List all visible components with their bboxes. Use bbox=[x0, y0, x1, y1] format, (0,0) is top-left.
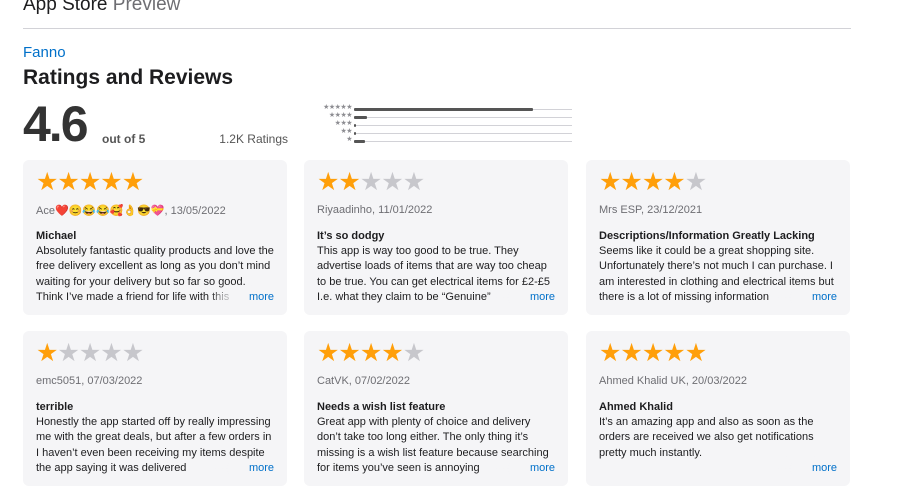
more-link[interactable]: more bbox=[228, 289, 274, 305]
histogram-row: ★★ bbox=[304, 128, 572, 137]
review-star-rating: ★★★★★ bbox=[317, 168, 555, 196]
star-icon: ★ bbox=[663, 339, 685, 367]
review-body: This app is way too good to be true. The… bbox=[317, 244, 555, 305]
star-icon: ★ bbox=[641, 168, 664, 196]
star-icon: ★ bbox=[359, 168, 382, 196]
more-link[interactable]: more bbox=[509, 460, 555, 476]
histogram-track bbox=[354, 116, 572, 119]
review-star-rating: ★★★★★ bbox=[599, 168, 837, 196]
star-icon: ★ bbox=[684, 168, 707, 196]
review-card: ★★★★★ CatVK, 07/02/2022 Needs a wish list … bbox=[304, 331, 568, 486]
star-icon: ★ bbox=[100, 168, 122, 196]
star-icon: ★ bbox=[57, 339, 79, 367]
star-icon: ★ bbox=[338, 339, 360, 367]
more-link[interactable]: more bbox=[791, 289, 837, 305]
histogram-stars-icon: ★ bbox=[346, 136, 352, 143]
review-title: Needs a wish list feature bbox=[317, 401, 446, 413]
star-icon: ★ bbox=[684, 339, 707, 367]
review-title: Michael bbox=[36, 230, 77, 242]
more-link[interactable]: more bbox=[228, 460, 274, 476]
app-name-link[interactable]: Fanno bbox=[23, 44, 66, 61]
review-body: Great app with plenty of choice and deli… bbox=[317, 415, 555, 476]
review-author-date: Riyaadinho, 11/01/2022 bbox=[317, 204, 433, 216]
star-icon: ★ bbox=[121, 339, 144, 367]
rating-histogram: ★★★★★ ★★★★ ★★★ ★★ ★ bbox=[304, 104, 572, 145]
star-icon: ★ bbox=[599, 339, 621, 367]
histogram-track bbox=[354, 140, 572, 143]
out-of-label: out of 5 bbox=[102, 132, 146, 146]
star-icon: ★ bbox=[338, 168, 360, 196]
histogram-fill bbox=[354, 132, 357, 135]
star-icon: ★ bbox=[381, 339, 403, 367]
histogram-track bbox=[354, 124, 572, 127]
review-author-date: Ahmed Khalid UK, 20/03/2022 bbox=[599, 375, 747, 387]
histogram-fill bbox=[354, 108, 533, 111]
ratings-count: 1.2K Ratings bbox=[219, 132, 288, 146]
histogram-track bbox=[354, 108, 572, 111]
header-divider bbox=[23, 28, 851, 29]
review-star-rating: ★★★★★ bbox=[317, 339, 555, 367]
star-icon: ★ bbox=[78, 168, 101, 196]
more-link[interactable]: more bbox=[791, 460, 837, 476]
review-star-rating: ★★★★★ bbox=[36, 168, 274, 196]
review-star-rating: ★★★★★ bbox=[599, 339, 837, 367]
section-title: Ratings and Reviews bbox=[23, 66, 234, 89]
star-icon: ★ bbox=[317, 339, 339, 367]
app-store-brand[interactable]: App Store bbox=[23, 0, 108, 15]
review-body: Seems like it could be a great shopping … bbox=[599, 244, 837, 305]
star-icon: ★ bbox=[599, 168, 621, 196]
review-title: terrible bbox=[36, 401, 74, 413]
star-icon: ★ bbox=[641, 339, 664, 367]
star-icon: ★ bbox=[402, 168, 425, 196]
histogram-track bbox=[354, 132, 572, 135]
review-title: Descriptions/Information Greatly Lacking bbox=[599, 230, 815, 242]
histogram-fill bbox=[354, 124, 357, 127]
review-author-date: Ace❤️😊😂😂🥰👌😎💝, 13/05/2022 bbox=[36, 205, 226, 217]
review-card: ★★★★★ Ace❤️😊😂😂🥰👌😎💝, 13/05/2022 Michael Abso… bbox=[23, 160, 287, 315]
star-icon: ★ bbox=[381, 168, 403, 196]
star-icon: ★ bbox=[78, 339, 101, 367]
histogram-fill bbox=[354, 140, 365, 143]
review-card: ★★★★★ emc5051, 07/03/2022 terrible Honestly… bbox=[23, 331, 287, 486]
star-icon: ★ bbox=[121, 168, 144, 196]
star-icon: ★ bbox=[620, 339, 642, 367]
review-title: It’s so dodgy bbox=[317, 230, 385, 242]
star-icon: ★ bbox=[359, 339, 382, 367]
review-star-rating: ★★★★★ bbox=[36, 339, 274, 367]
review-title: Ahmed Khalid bbox=[599, 401, 673, 413]
star-icon: ★ bbox=[620, 168, 642, 196]
star-icon: ★ bbox=[663, 168, 685, 196]
review-author-date: emc5051, 07/03/2022 bbox=[36, 375, 143, 387]
star-icon: ★ bbox=[317, 168, 339, 196]
star-icon: ★ bbox=[57, 168, 79, 196]
app-store-preview-header: App Store Preview bbox=[23, 0, 180, 16]
histogram-row: ★ bbox=[304, 136, 572, 145]
review-body-text: It’s an amazing app and also as soon as … bbox=[599, 416, 814, 459]
review-author-date: Mrs ESP, 23/12/2021 bbox=[599, 204, 703, 216]
histogram-fill bbox=[354, 116, 368, 119]
more-link[interactable]: more bbox=[509, 289, 555, 305]
review-author-date: CatVK, 07/02/2022 bbox=[317, 375, 410, 387]
review-card: ★★★★★ Ahmed Khalid UK, 20/03/2022 Ahmed Kh… bbox=[586, 331, 850, 486]
preview-label: Preview bbox=[112, 0, 181, 15]
review-body: It’s an amazing app and also as soon as … bbox=[599, 415, 837, 476]
star-icon: ★ bbox=[36, 168, 58, 196]
review-body: Honestly the app started off by really i… bbox=[36, 415, 274, 476]
average-rating: 4.6 bbox=[23, 96, 89, 152]
star-icon: ★ bbox=[36, 339, 58, 367]
review-card: ★★★★★ Riyaadinho, 11/01/2022 It’s so dodgy… bbox=[304, 160, 568, 315]
review-card: ★★★★★ Mrs ESP, 23/12/2021 Descriptions/Inf… bbox=[586, 160, 850, 315]
star-icon: ★ bbox=[402, 339, 425, 367]
review-body: Absolutely fantastic quality products an… bbox=[36, 244, 274, 305]
star-icon: ★ bbox=[100, 339, 122, 367]
